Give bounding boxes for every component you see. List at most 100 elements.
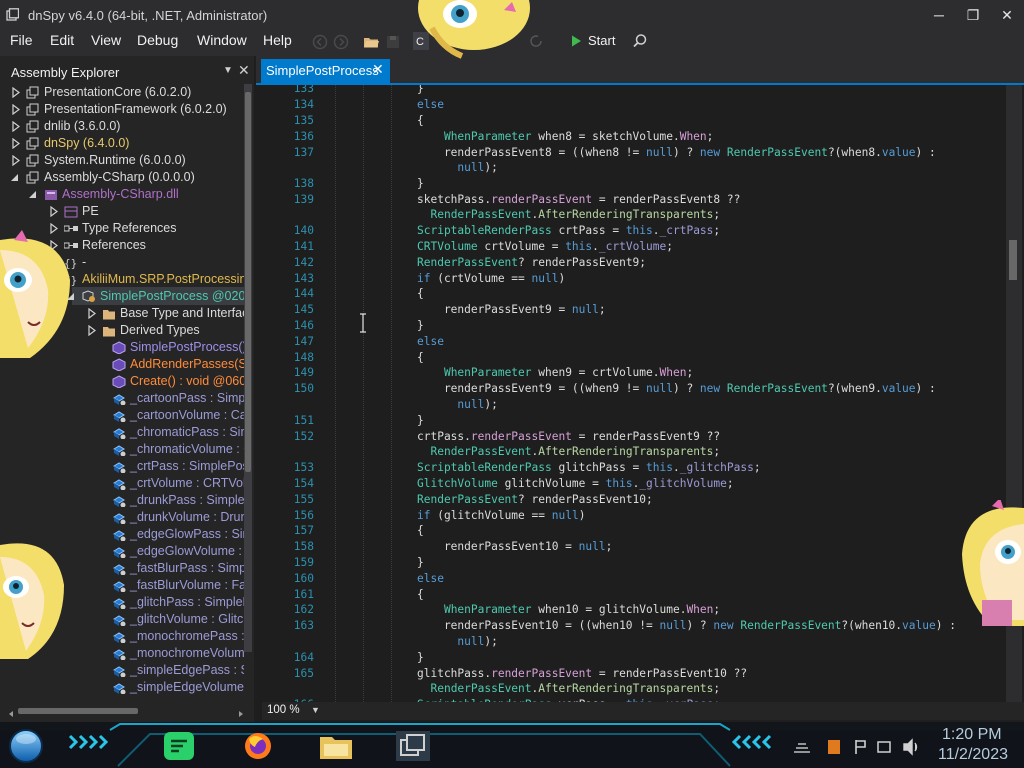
code-line[interactable]: renderPassEvent9 = ((when9 != null) ? ne… <box>417 382 936 395</box>
code-line[interactable]: else <box>417 335 444 348</box>
zoom-selector[interactable]: 100 % ▼ <box>264 703 320 719</box>
tree-node[interactable]: _crtPass : SimplePostP <box>0 458 244 475</box>
code-editor[interactable]: 133} 134 else 135 {136 WhenParameter when8 =… <box>262 85 1006 702</box>
menu-debug[interactable]: Debug <box>137 30 178 56</box>
file-explorer-icon[interactable] <box>318 731 354 761</box>
tree-node[interactable]: PresentationFramework (6.0.2.0) <box>0 101 244 118</box>
tab-close-icon[interactable]: ✕ <box>372 61 384 78</box>
code-line[interactable]: } <box>417 556 424 569</box>
code-line[interactable]: renderPassEvent8 = ((when8 != null) ? ne… <box>417 146 936 159</box>
code-line[interactable]: RenderPassEvent? renderPassEvent10; <box>417 493 653 506</box>
code-line[interactable]: renderPassEvent9 = null; <box>417 303 606 316</box>
editor-horizontal-scrollbar[interactable] <box>262 702 1024 720</box>
panel-close-icon[interactable]: ✕ <box>238 62 250 79</box>
expand-arrow-icon[interactable] <box>50 206 59 217</box>
tree-node[interactable]: _drunkVolume : Drunk <box>0 509 244 526</box>
code-line[interactable]: RenderPassEvent.AfterRenderingTransparen… <box>417 445 720 458</box>
code-line[interactable]: if (glitchVolume == null) <box>417 509 585 522</box>
code-line[interactable]: RenderPassEvent.AfterRenderingTransparen… <box>417 208 720 221</box>
tree-node[interactable]: _cartoonPass : SimpleF <box>0 390 244 407</box>
menu-view[interactable]: View <box>91 30 121 56</box>
code-line[interactable]: { <box>417 524 424 537</box>
code-line[interactable]: null); <box>417 635 497 648</box>
code-line[interactable]: WhenParameter when9 = crtVolume.When; <box>417 366 693 379</box>
code-line[interactable]: null); <box>417 161 497 174</box>
code-line[interactable]: { <box>417 114 424 127</box>
tab-simplepostprocess[interactable]: SimplePostProcess ✕ <box>261 59 390 83</box>
collapse-arrow-icon[interactable] <box>28 189 37 200</box>
code-line[interactable]: } <box>417 85 424 95</box>
code-line[interactable]: } <box>417 177 424 190</box>
expand-arrow-icon[interactable] <box>88 325 97 336</box>
start-orb-icon[interactable] <box>8 728 44 764</box>
explorer-scroll-thumb[interactable] <box>245 92 251 472</box>
code-line[interactable]: ScriptableRenderPass crtPass = this._crt… <box>417 224 720 237</box>
back-icon[interactable] <box>311 33 329 51</box>
zoom-dropdown-icon[interactable]: ▼ <box>311 705 320 715</box>
code-line[interactable]: glitchPass.renderPassEvent = renderPassE… <box>417 667 747 680</box>
code-line[interactable]: } <box>417 414 424 427</box>
code-line[interactable]: WhenParameter when10 = glitchVolume.When… <box>417 603 720 616</box>
code-line[interactable]: ScriptableRenderPass glitchPass = this._… <box>417 461 761 474</box>
code-line[interactable]: } <box>417 319 424 332</box>
code-line[interactable]: renderPassEvent10 = ((when10 != null) ? … <box>417 619 956 632</box>
code-line[interactable]: { <box>417 588 424 601</box>
tree-node[interactable]: Assembly-CSharp.dll <box>0 186 244 203</box>
firefox-icon[interactable] <box>243 731 273 761</box>
tree-node[interactable]: dnlib (3.6.0.0) <box>0 118 244 135</box>
expand-arrow-icon[interactable] <box>12 87 21 98</box>
code-line[interactable]: crtPass.renderPassEvent = renderPassEven… <box>417 430 720 443</box>
explorer-hscroll-thumb[interactable] <box>18 708 138 714</box>
tree-node[interactable]: _simpleEdgePass : Sim <box>0 662 244 679</box>
code-line[interactable]: WhenParameter when8 = sketchVolume.When; <box>417 130 713 143</box>
clock-time[interactable]: 1:20 PM <box>942 726 1002 744</box>
menu-edit[interactable]: Edit <box>50 30 74 56</box>
expand-arrow-icon[interactable] <box>12 155 21 166</box>
expand-arrow-icon[interactable] <box>12 121 21 132</box>
editor-scroll-thumb[interactable] <box>1009 240 1017 280</box>
open-folder-icon[interactable] <box>362 33 380 51</box>
tree-node[interactable]: Create() : void @06000 <box>0 373 244 390</box>
tree-node[interactable]: _chromaticPass : Simp <box>0 424 244 441</box>
tree-node[interactable]: _cartoonVolume : Cart <box>0 407 244 424</box>
expand-arrow-icon[interactable] <box>12 104 21 115</box>
tree-node[interactable]: PresentationCore (6.0.2.0) <box>0 84 244 101</box>
code-line[interactable]: GlitchVolume glitchVolume = this._glitch… <box>417 477 734 490</box>
panel-dropdown-icon[interactable]: ▼ <box>223 65 233 76</box>
code-line[interactable]: } <box>417 651 424 664</box>
start-debugging-button[interactable]: Start <box>566 30 626 52</box>
code-line[interactable]: RenderPassEvent.AfterRenderingTransparen… <box>417 682 720 695</box>
menu-window[interactable]: Window <box>197 30 247 56</box>
tree-node[interactable]: System.Runtime (6.0.0.0) <box>0 152 244 169</box>
code-line[interactable]: else <box>417 98 444 111</box>
dnspy-taskbar-icon[interactable] <box>396 731 430 761</box>
menu-file[interactable]: File <box>10 30 33 56</box>
notes-app-icon[interactable] <box>163 731 195 761</box>
tree-node[interactable]: PE <box>0 203 244 220</box>
code-line[interactable]: RenderPassEvent? renderPassEvent9; <box>417 256 646 269</box>
tree-node[interactable]: _simpleEdgeVolume : <box>0 679 244 696</box>
tree-node[interactable]: dnSpy (6.4.0.0) <box>0 135 244 152</box>
code-line[interactable]: CRTVolume crtVolume = this._crtVolume; <box>417 240 673 253</box>
code-line[interactable]: else <box>417 572 444 585</box>
tree-node[interactable]: _drunkPass : SimplePo <box>0 492 244 509</box>
forward-icon[interactable] <box>332 33 350 51</box>
expand-arrow-icon[interactable] <box>12 138 21 149</box>
expand-arrow-icon[interactable] <box>88 308 97 319</box>
save-icon[interactable] <box>384 33 402 51</box>
minimize-button[interactable]: ─ <box>924 4 954 26</box>
tree-node[interactable]: _crtVolume : CRTVolu <box>0 475 244 492</box>
code-line[interactable]: renderPassEvent10 = null; <box>417 540 612 553</box>
menu-help[interactable]: Help <box>263 30 292 56</box>
code-line[interactable]: sketchPass.renderPassEvent = renderPassE… <box>417 193 740 206</box>
code-line[interactable]: { <box>417 351 424 364</box>
search-icon[interactable] <box>631 32 649 50</box>
close-window-button[interactable]: ✕ <box>992 4 1022 26</box>
restore-button[interactable]: ❐ <box>958 4 988 26</box>
collapse-arrow-icon[interactable] <box>10 172 19 183</box>
tree-node[interactable]: _chromaticVolume : C <box>0 441 244 458</box>
code-line[interactable]: null); <box>417 398 497 411</box>
code-line[interactable]: if (crtVolume == null) <box>417 272 565 285</box>
tree-node[interactable]: Assembly-CSharp (0.0.0.0) <box>0 169 244 186</box>
code-line[interactable]: { <box>417 287 424 300</box>
